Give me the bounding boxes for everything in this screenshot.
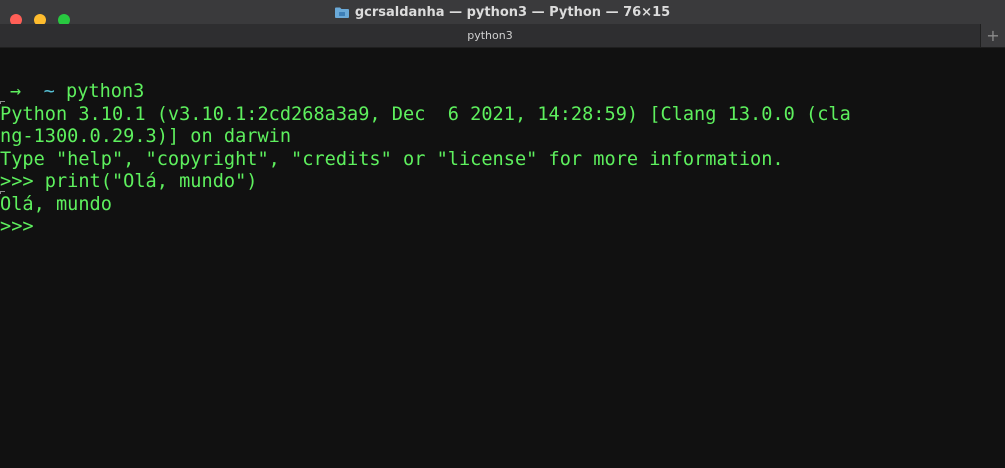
prompt-arrow-icon: → — [10, 81, 22, 102]
repl-input-line: >>> print("Olá, mundo") — [0, 171, 1005, 194]
repl-prompt-line[interactable]: >>> — [0, 216, 1005, 239]
title-bar[interactable]: gcrsaldanha — python3 — Python — 76×15 p… — [0, 0, 1005, 48]
shell-prompt-line: → ~ python3 — [0, 81, 1005, 104]
tab-python3[interactable]: python3 — [0, 24, 981, 47]
repl-output-line: Olá, mundo — [0, 193, 112, 215]
terminal-lines: → ~ python3 Python 3.10.1 (v3.10.1:2cd26… — [0, 81, 1005, 239]
prompt-tilde: ~ — [43, 81, 55, 102]
new-tab-button[interactable]: + — [981, 24, 1005, 47]
repl-input-text: >>> print("Olá, mundo") — [0, 171, 258, 192]
python-version-line: Python 3.10.1 (v3.10.1:2cd268a3a9, Dec 6… — [0, 103, 851, 125]
folder-icon — [334, 7, 349, 18]
terminal-window: gcrsaldanha — python3 — Python — 76×15 p… — [0, 0, 1005, 468]
tab-label: python3 — [467, 29, 513, 42]
tab-bar: python3 + — [0, 24, 1005, 47]
prompt-command: python3 — [66, 81, 145, 102]
window-title-container: gcrsaldanha — python3 — Python — 76×15 — [0, 0, 1005, 24]
python-version-line-cont: ng-1300.0.29.3)] on darwin — [0, 126, 292, 147]
window-title: gcrsaldanha — python3 — Python — 76×15 — [354, 4, 671, 20]
terminal-content[interactable]: → ~ python3 Python 3.10.1 (v3.10.1:2cd26… — [0, 48, 1005, 468]
python-help-line: Type "help", "copyright", "credits" or "… — [0, 148, 784, 170]
